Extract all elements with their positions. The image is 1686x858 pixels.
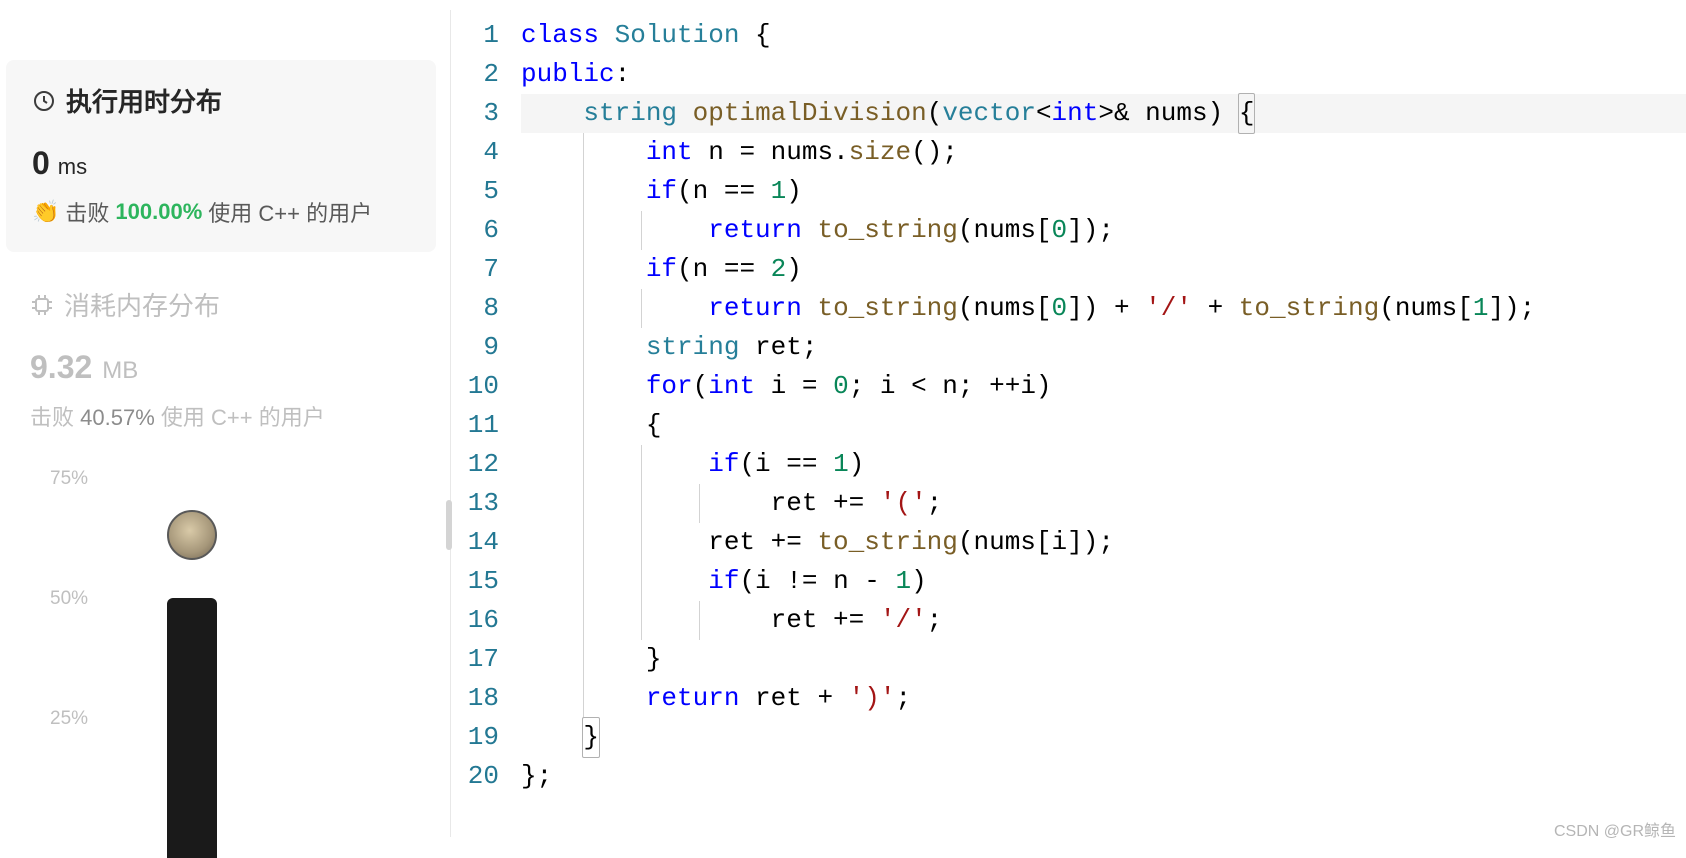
code-line: if(n == 1) xyxy=(521,172,1686,211)
code-line: if(i != n - 1) xyxy=(521,562,1686,601)
ln: 19 xyxy=(451,718,499,757)
runtime-value: 0 ms xyxy=(32,145,410,182)
line-gutter: 1 2 3 4 5 6 7 8 9 10 11 12 13 14 15 16 1… xyxy=(451,16,521,847)
ln: 20 xyxy=(451,757,499,796)
memory-value: 9.32 MB xyxy=(30,349,424,386)
code-line: } xyxy=(521,640,1686,679)
ln: 16 xyxy=(451,601,499,640)
ln: 7 xyxy=(451,250,499,289)
ln: 3 xyxy=(451,94,499,133)
memory-chart[interactable]: 75% 50% 25% xyxy=(30,468,424,798)
memory-title-text: 消耗内存分布 xyxy=(64,286,220,323)
ytick-25: 25% xyxy=(50,708,88,730)
runtime-title: 执行用时分布 xyxy=(32,82,410,119)
code-line: for(int i = 0; i < n; ++i) xyxy=(521,367,1686,406)
code-line: } xyxy=(521,718,1686,757)
memory-section[interactable]: 消耗内存分布 9.32 MB 击败 40.57% 使用 C++ 的用户 75% … xyxy=(0,252,450,798)
chart-bar[interactable] xyxy=(167,598,217,858)
ln: 18 xyxy=(451,679,499,718)
runtime-card[interactable]: 执行用时分布 0 ms 👏 击败 100.00% 使用 C++ 的用户 xyxy=(6,60,436,252)
ln: 4 xyxy=(451,133,499,172)
ln: 15 xyxy=(451,562,499,601)
ln: 9 xyxy=(451,328,499,367)
ln: 6 xyxy=(451,211,499,250)
runtime-title-text: 执行用时分布 xyxy=(66,82,222,119)
code-line: ret += to_string(nums[i]); xyxy=(521,523,1686,562)
avatar[interactable] xyxy=(167,510,217,560)
beat-percent: 100.00% xyxy=(115,199,202,225)
code-body[interactable]: class Solution { public: string optimalD… xyxy=(521,16,1686,847)
ln: 5 xyxy=(451,172,499,211)
code-line: if(i == 1) xyxy=(521,445,1686,484)
clock-icon xyxy=(32,89,56,113)
memory-number: 9.32 xyxy=(30,349,92,386)
code-line: string ret; xyxy=(521,328,1686,367)
beat-suffix: 使用 C++ 的用户 xyxy=(208,196,372,228)
ln: 14 xyxy=(451,523,499,562)
scrollbar-handle[interactable] xyxy=(446,500,452,550)
code-line: return ret + ')'; xyxy=(521,679,1686,718)
memory-title: 消耗内存分布 xyxy=(30,286,424,323)
watermark: CSDN @GR鲸鱼 xyxy=(1554,817,1676,841)
code-line: return to_string(nums[0]); xyxy=(521,211,1686,250)
mem-beat-suffix: 使用 C++ 的用户 xyxy=(161,405,325,430)
code-line: public: xyxy=(521,55,1686,94)
memory-unit: MB xyxy=(102,357,138,385)
ytick-50: 50% xyxy=(50,588,88,610)
clap-icon: 👏 xyxy=(32,199,59,225)
code-line: ret += '/'; xyxy=(521,601,1686,640)
code-line: class Solution { xyxy=(521,16,1686,55)
code-line: string optimalDivision(vector<int>& nums… xyxy=(521,94,1686,133)
runtime-unit: ms xyxy=(58,154,87,180)
chip-icon xyxy=(30,293,54,317)
beat-label: 击败 xyxy=(65,196,109,228)
stats-panel: 执行用时分布 0 ms 👏 击败 100.00% 使用 C++ 的用户 消耗内存… xyxy=(0,0,450,847)
ln: 13 xyxy=(451,484,499,523)
ln: 17 xyxy=(451,640,499,679)
memory-beats: 击败 40.57% 使用 C++ 的用户 xyxy=(30,400,424,432)
code-line: if(n == 2) xyxy=(521,250,1686,289)
ytick-75: 75% xyxy=(50,468,88,490)
code-line: int n = nums.size(); xyxy=(521,133,1686,172)
runtime-number: 0 xyxy=(32,145,50,182)
ln: 11 xyxy=(451,406,499,445)
code-line: return to_string(nums[0]) + '/' + to_str… xyxy=(521,289,1686,328)
runtime-beats: 👏 击败 100.00% 使用 C++ 的用户 xyxy=(32,196,410,228)
code-line: { xyxy=(521,406,1686,445)
mem-beat-percent: 40.57% xyxy=(80,405,155,430)
ln: 8 xyxy=(451,289,499,328)
ln: 12 xyxy=(451,445,499,484)
code-line: ret += '('; xyxy=(521,484,1686,523)
ln: 1 xyxy=(451,16,499,55)
code-line: }; xyxy=(521,757,1686,796)
code-editor[interactable]: 1 2 3 4 5 6 7 8 9 10 11 12 13 14 15 16 1… xyxy=(451,0,1686,847)
ln: 10 xyxy=(451,367,499,406)
ln: 2 xyxy=(451,55,499,94)
mem-beat-label: 击败 xyxy=(30,405,74,430)
